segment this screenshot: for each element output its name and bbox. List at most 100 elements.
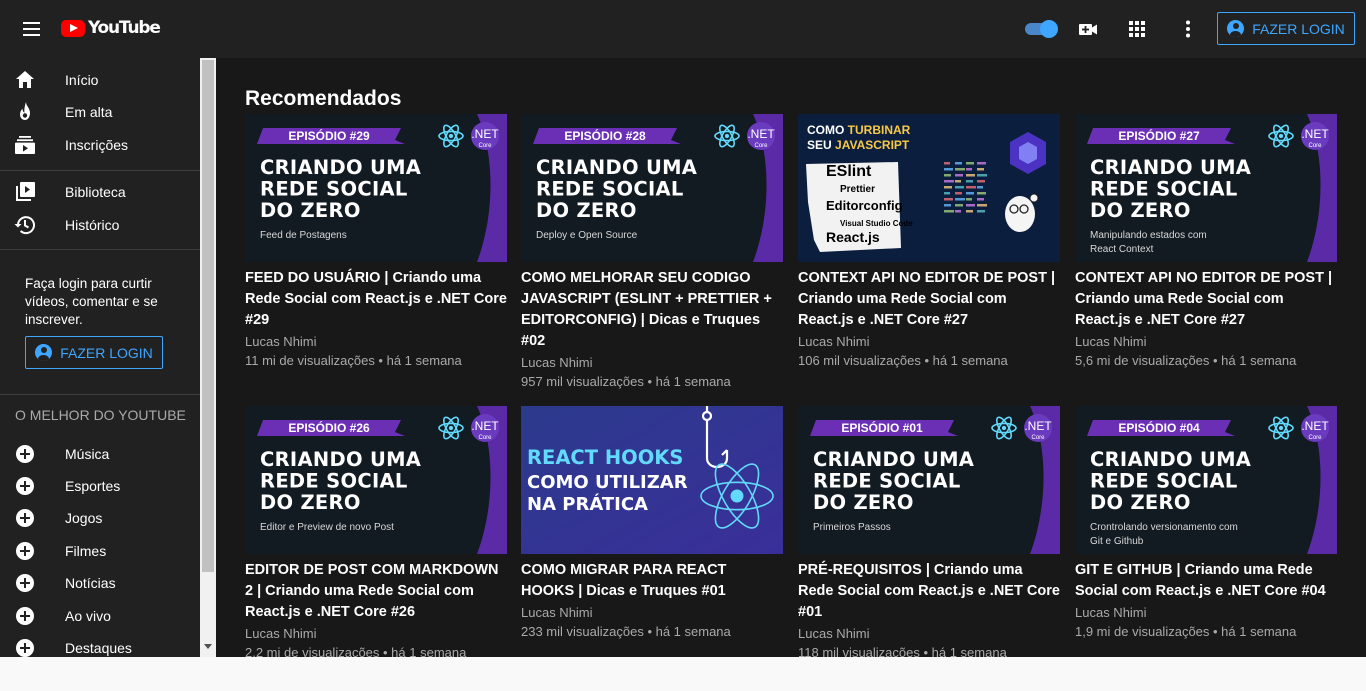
video-stats: 2,2 mi de visualizações • há 1 semana	[245, 645, 467, 657]
video-card[interactable]: EPISÓDIO #28 .NET Core CRIANDO UMA REDE SOCI…	[521, 114, 783, 389]
thumb-headline: DO ZERO	[1090, 491, 1191, 514]
video-thumbnail[interactable]: COMO TURBINAR SEU JAVASCRIPT ESlint Prettie…	[798, 114, 1060, 262]
video-thumbnail[interactable]: EPISÓDIO #27 .NET Core CRIANDO UMA REDE SOCI…	[1075, 114, 1337, 262]
sidebar-item-bestof[interactable]: Ao vivo	[0, 600, 200, 632]
thumb-headline: CRIANDO UMA	[536, 156, 697, 179]
thumb-headline: CRIANDO UMA	[1090, 448, 1251, 471]
thumb-headline: DO ZERO	[1090, 199, 1191, 222]
sidebar-divider	[0, 394, 200, 395]
core-text: Core	[1308, 143, 1322, 149]
scroll-down-arrow-icon[interactable]	[204, 644, 212, 649]
sidebar-scrollbar[interactable]	[200, 58, 216, 657]
video-title[interactable]: EDITOR DE POST COM MARKDOWN 2 | Criando …	[245, 560, 507, 623]
add-circle-icon	[13, 539, 37, 563]
login-prompt: Faça login para curtir vídeos, comentar …	[25, 276, 158, 327]
channel-name[interactable]: Lucas Nhimi	[521, 604, 783, 622]
sidebar-item-inicio[interactable]: Início	[0, 64, 200, 96]
login-label: FAZER LOGIN	[60, 344, 153, 361]
sidebar-item-bestof[interactable]: Jogos	[0, 502, 200, 534]
sidebar-item-label: Ao vivo	[65, 608, 111, 624]
channel-name[interactable]: Lucas Nhimi	[521, 354, 783, 372]
video-thumbnail[interactable]: EPISÓDIO #29 .NET Core CRIANDO UMA REDE SOCI…	[245, 114, 507, 262]
core-text: Core	[478, 435, 492, 441]
video-card[interactable]: EPISÓDIO #04 .NET Core CRIANDO UMA REDE SOCI…	[1075, 406, 1337, 657]
dark-theme-toggle[interactable]	[1025, 20, 1059, 38]
video-title[interactable]: FEED DO USUÁRIO | Criando uma Rede Socia…	[245, 268, 507, 331]
video-title[interactable]: COMO MELHORAR SEU CODIGO JAVASCRIPT (ESL…	[521, 268, 783, 352]
video-card[interactable]: EPISÓDIO #01 .NET Core CRIANDO UMA REDE SOCI…	[798, 406, 1060, 657]
add-circle-icon	[13, 506, 37, 530]
channel-name[interactable]: Lucas Nhimi	[245, 333, 507, 351]
scrollbar-thumb[interactable]	[202, 60, 214, 572]
video-card[interactable]: REACT HOOKS COMO UTILIZAR NA PRÁTICA COMO M…	[521, 406, 783, 657]
core-text: Core	[1308, 435, 1322, 441]
video-card[interactable]: EPISÓDIO #29 .NET Core CRIANDO UMA REDE SOCI…	[245, 114, 507, 374]
sidebar-item-inscricoes[interactable]: Inscrições	[0, 129, 200, 161]
video-stats: 233 mil visualizações • há 1 semana	[521, 624, 731, 639]
sidebar-item-label: Inscrições	[65, 137, 129, 153]
add-circle-icon	[13, 636, 37, 657]
video-thumbnail[interactable]: EPISÓDIO #01 .NET Core CRIANDO UMA REDE SOCI…	[798, 406, 1060, 554]
thumb-subtitle: Manipulando estados com	[1090, 230, 1207, 241]
add-circle-icon	[13, 604, 37, 628]
sidebar-item-label: Filmes	[65, 543, 107, 559]
sidebar: Início Em alta Inscrições Biblioteca His…	[0, 58, 200, 657]
sidebar-divider	[0, 170, 200, 171]
more-vert-icon[interactable]	[1176, 17, 1200, 41]
video-title[interactable]: COMO MIGRAR PARA REACT HOOKS | Dicas e T…	[521, 560, 783, 602]
sidebar-item-em-alta[interactable]: Em alta	[0, 96, 200, 128]
channel-name[interactable]: Lucas Nhimi	[1075, 333, 1337, 351]
video-card[interactable]: COMO TURBINAR SEU JAVASCRIPT ESlint Prettie…	[798, 114, 1060, 374]
video-stats: 1,9 mi de visualizações • há 1 semana	[1075, 624, 1297, 639]
login-label: FAZER LOGIN	[1252, 20, 1345, 37]
dotnet-text: .NET	[1301, 419, 1329, 433]
thumb-headline: CRIANDO UMA	[260, 156, 421, 179]
thumb-headline: SEU JAVASCRIPT	[807, 138, 910, 152]
sidebar-divider	[0, 249, 200, 250]
dotnet-text: .NET	[471, 419, 499, 433]
thumb-headline: REACT HOOKS	[527, 446, 683, 469]
video-card[interactable]: EPISÓDIO #26 .NET Core CRIANDO UMA REDE SOCI…	[245, 406, 507, 657]
channel-name[interactable]: Lucas Nhimi	[245, 625, 507, 643]
sidebar-item-bestof[interactable]: Filmes	[0, 535, 200, 567]
sidebar-item-historico[interactable]: Histórico	[0, 209, 200, 241]
sidebar-item-bestof[interactable]: Música	[0, 438, 200, 470]
sidebar-login-button[interactable]: FAZER LOGIN	[25, 336, 163, 369]
youtube-logo[interactable]: YouTube	[61, 18, 161, 38]
library-icon	[13, 180, 37, 204]
sidebar-item-bestof[interactable]: Destaques	[0, 632, 200, 657]
video-title[interactable]: CONTEXT API NO EDITOR DE POST | Criando …	[798, 268, 1060, 331]
thumb-headline: COMO UTILIZAR	[527, 472, 688, 493]
video-title[interactable]: GIT E GITHUB | Criando uma Rede Social c…	[1075, 560, 1337, 602]
video-title[interactable]: PRÉ-REQUISITOS | Criando uma Rede Social…	[798, 560, 1060, 623]
page-bottom-strip	[0, 657, 1366, 691]
video-title[interactable]: CONTEXT API NO EDITOR DE POST | Criando …	[1075, 268, 1337, 331]
video-thumbnail[interactable]: REACT HOOKS COMO UTILIZAR NA PRÁTICA	[521, 406, 783, 554]
channel-name[interactable]: Lucas Nhimi	[798, 625, 1060, 643]
channel-name[interactable]: Lucas Nhimi	[1075, 604, 1337, 622]
best-of-youtube-heading: O MELHOR DO YOUTUBE	[15, 407, 186, 423]
subscriptions-icon	[13, 133, 37, 157]
apps-grid-icon[interactable]	[1125, 17, 1149, 41]
video-thumbnail[interactable]: EPISÓDIO #28 .NET Core CRIANDO UMA REDE SOCI…	[521, 114, 783, 262]
video-camera-add-icon[interactable]	[1076, 17, 1100, 41]
sidebar-item-bestof[interactable]: Notícias	[0, 567, 200, 599]
video-card[interactable]: EPISÓDIO #27 .NET Core CRIANDO UMA REDE SOCI…	[1075, 114, 1337, 374]
sidebar-item-biblioteca[interactable]: Biblioteca	[0, 176, 200, 208]
thumb-headline: DO ZERO	[260, 199, 361, 222]
channel-name[interactable]: Lucas Nhimi	[798, 333, 1060, 351]
sidebar-item-label: Notícias	[65, 575, 116, 591]
login-button[interactable]: FAZER LOGIN	[1217, 12, 1355, 45]
sidebar-item-label: Jogos	[65, 510, 103, 526]
video-thumbnail[interactable]: EPISÓDIO #04 .NET Core CRIANDO UMA REDE SOCI…	[1075, 406, 1337, 554]
sidebar-item-bestof[interactable]: Esportes	[0, 470, 200, 502]
sidebar-item-label: Destaques	[65, 640, 132, 656]
thumb-headline: DO ZERO	[260, 491, 361, 514]
tool-tag: Visual Studio Code	[840, 219, 913, 228]
core-text: Core	[478, 143, 492, 149]
tool-tag: React.js	[826, 229, 880, 245]
menu-icon[interactable]	[18, 17, 46, 41]
video-thumbnail[interactable]: EPISÓDIO #26 .NET Core CRIANDO UMA REDE SOCI…	[245, 406, 507, 554]
add-circle-icon	[13, 442, 37, 466]
section-title: Recomendados	[245, 87, 402, 110]
